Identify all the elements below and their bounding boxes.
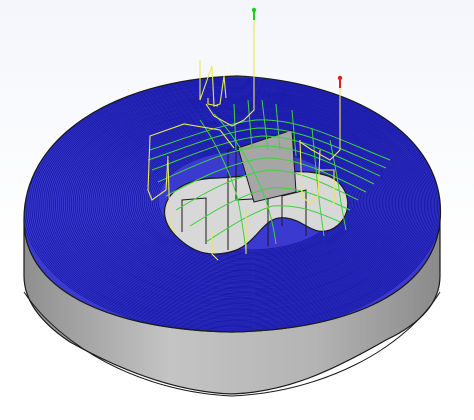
- cam-graphics-viewport[interactable]: [0, 0, 474, 420]
- toolpath-scene[interactable]: [0, 0, 474, 420]
- tool-marker-red-icon[interactable]: [337, 75, 343, 88]
- tool-marker-green-icon[interactable]: [251, 7, 257, 20]
